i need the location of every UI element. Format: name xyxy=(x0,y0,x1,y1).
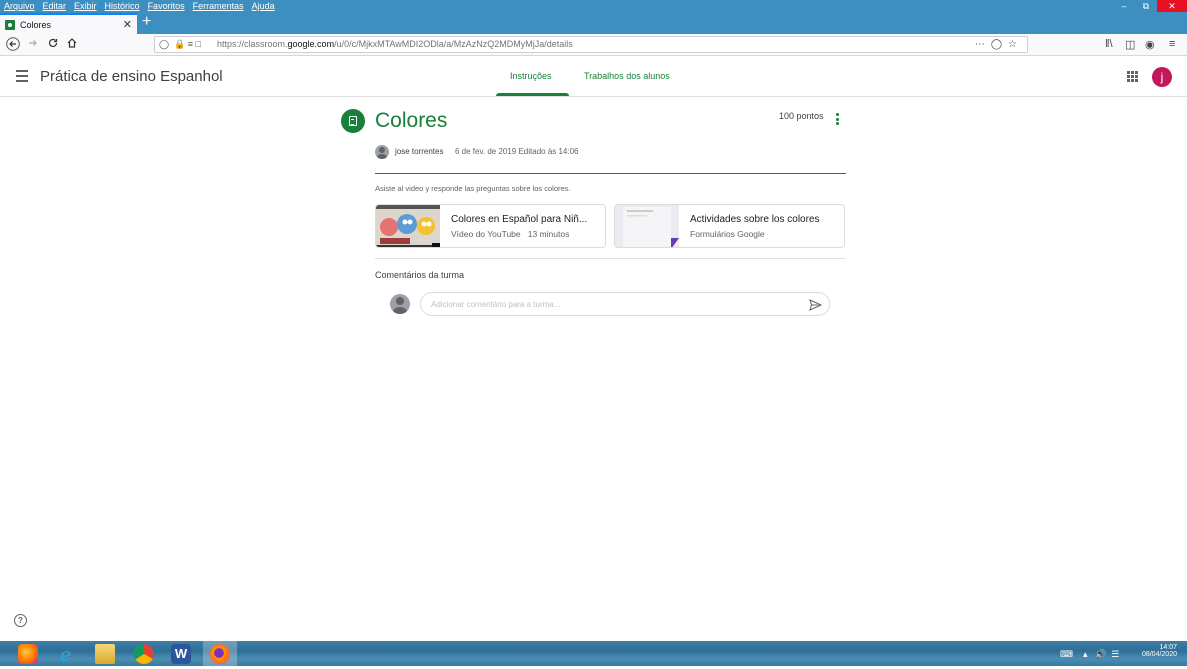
tab-trabalhos-dos-alunos[interactable]: Trabalhos dos alunos xyxy=(584,71,670,81)
form-thumbnail xyxy=(615,205,679,247)
word-app-icon[interactable]: W xyxy=(171,644,191,664)
classroom-favicon-icon xyxy=(5,19,15,30)
url-bar[interactable]: ◯ 🔒 ≡ □ https://classroom.google.com/u/0… xyxy=(154,36,1028,53)
url-prefix: https://classroom. xyxy=(217,39,288,49)
post-date: 6 de fev. de 2019 Editado às 14:06 xyxy=(455,147,579,156)
browser-titlebar: Arquivo Editar Exibir Histórico Favorito… xyxy=(0,0,1187,34)
browser-tab[interactable]: Colores ✕ xyxy=(0,13,137,34)
assignment-description: Asiste al video y responde las preguntas… xyxy=(375,184,571,193)
library-icon[interactable]: ‖\ xyxy=(1105,38,1113,50)
show-hidden-icons-icon[interactable]: ▴ xyxy=(1083,649,1088,659)
author-avatar xyxy=(375,145,389,159)
section-divider xyxy=(375,258,846,259)
svg-text:e: e xyxy=(60,644,71,664)
tab-close-icon[interactable]: ✕ xyxy=(123,18,132,31)
back-icon[interactable] xyxy=(6,37,20,55)
window-controls: – ⧉ ✕ xyxy=(1113,0,1187,12)
browser-menubar: Arquivo Editar Exibir Histórico Favorito… xyxy=(0,0,283,12)
tab-instrucoes[interactable]: Instruções xyxy=(510,71,552,81)
clock-time: 14:07 xyxy=(1159,644,1177,651)
menu-editar[interactable]: Editar xyxy=(43,0,67,12)
url-path: /u/0/c/MjkxMTAwMDI2ODla/a/MzAzNzQ2MDMyMj… xyxy=(334,39,573,49)
class-comment-input[interactable] xyxy=(420,292,830,316)
network-icon[interactable]: ☰ xyxy=(1111,649,1119,659)
menu-exibir[interactable]: Exibir xyxy=(74,0,97,12)
attachment-type: Formulários Google xyxy=(690,229,765,239)
video-duration: 13 minutos xyxy=(527,229,570,239)
tab-title: Colores xyxy=(20,19,52,30)
attachment-title[interactable]: Colores en Español para Niñ... xyxy=(451,214,601,225)
more-vert-icon[interactable] xyxy=(836,113,839,127)
chrome-app-icon[interactable] xyxy=(134,644,154,664)
attachment-type: Vídeo do YouTube xyxy=(451,229,521,239)
file-explorer-app-icon[interactable] xyxy=(95,644,115,664)
page-actions-icon[interactable]: ⋯◯☆ xyxy=(975,37,1023,52)
hamburger-menu-icon[interactable] xyxy=(16,70,28,85)
menu-historico[interactable]: Histórico xyxy=(105,0,140,12)
firefox-dev-app-icon[interactable] xyxy=(18,644,38,664)
assignment-title: Colores xyxy=(375,109,448,132)
menu-ferramentas[interactable]: Ferramentas xyxy=(193,0,244,12)
assignment-icon xyxy=(341,109,365,133)
google-apps-icon[interactable] xyxy=(1127,71,1138,82)
home-icon[interactable] xyxy=(66,37,78,53)
active-tab-indicator xyxy=(496,93,569,96)
forward-icon[interactable] xyxy=(27,37,39,53)
new-tab-icon[interactable]: + xyxy=(142,13,151,31)
header-divider xyxy=(375,173,846,174)
video-thumbnail xyxy=(376,205,440,247)
firefox-app-icon[interactable] xyxy=(210,644,230,664)
class-title[interactable]: Prática de ensino Espanhol xyxy=(40,68,223,85)
clock-date: 08/04/2020 xyxy=(1141,651,1177,658)
internet-explorer-app-icon[interactable]: e xyxy=(57,644,77,666)
tray-icons: ⌨ ▴ 🔊 ☰ xyxy=(1060,649,1119,660)
minimize-icon[interactable]: – xyxy=(1113,0,1135,12)
classroom-header: Prática de ensino Espanhol Instruções Tr… xyxy=(0,57,1187,97)
attachment-title[interactable]: Actividades sobre los colores xyxy=(690,214,840,225)
menu-arquivo[interactable]: Arquivo xyxy=(4,0,35,12)
send-icon[interactable] xyxy=(809,298,823,316)
comments-heading: Comentários da turma xyxy=(375,270,465,280)
url-domain: google.com xyxy=(287,39,335,49)
menu-ajuda[interactable]: Ajuda xyxy=(252,0,275,12)
assignment-points: 100 pontos xyxy=(779,111,824,121)
author-name: jose torrentes xyxy=(395,147,444,156)
shield-icon[interactable]: ◯ 🔒 ≡ □ xyxy=(159,37,201,52)
windows-taskbar: e W 14:07 08/04/2020 xyxy=(0,641,1187,666)
volume-icon[interactable]: 🔊 xyxy=(1095,649,1106,659)
account-icon[interactable]: ◉ xyxy=(1145,38,1155,51)
url-text[interactable]: https://classroom.google.com/u/0/c/MjkxM… xyxy=(217,37,573,52)
reload-icon[interactable] xyxy=(47,37,59,53)
help-icon[interactable]: ? xyxy=(14,614,27,627)
commenter-avatar xyxy=(390,294,410,314)
menu-icon[interactable]: ≡ xyxy=(1169,38,1175,50)
menu-favoritos[interactable]: Favoritos xyxy=(148,0,185,12)
sidebar-icon[interactable]: ◫ xyxy=(1125,38,1135,51)
user-avatar[interactable]: j xyxy=(1152,67,1172,87)
restore-icon[interactable]: ⧉ xyxy=(1135,0,1157,12)
attachment-youtube-video[interactable]: Colores en Español para Niñ... Vídeo do … xyxy=(375,204,606,248)
browser-navbar: ◯ 🔒 ≡ □ https://classroom.google.com/u/0… xyxy=(0,34,1187,56)
close-window-icon[interactable]: ✕ xyxy=(1157,0,1187,12)
keyboard-icon[interactable]: ⌨ xyxy=(1060,649,1073,659)
attachment-google-form[interactable]: Actividades sobre los colores Formulário… xyxy=(614,204,845,248)
system-tray-clock[interactable]: 14:07 08/04/2020 xyxy=(1142,644,1177,658)
attachment-meta: Vídeo do YouTube 13 minutos xyxy=(451,229,569,239)
